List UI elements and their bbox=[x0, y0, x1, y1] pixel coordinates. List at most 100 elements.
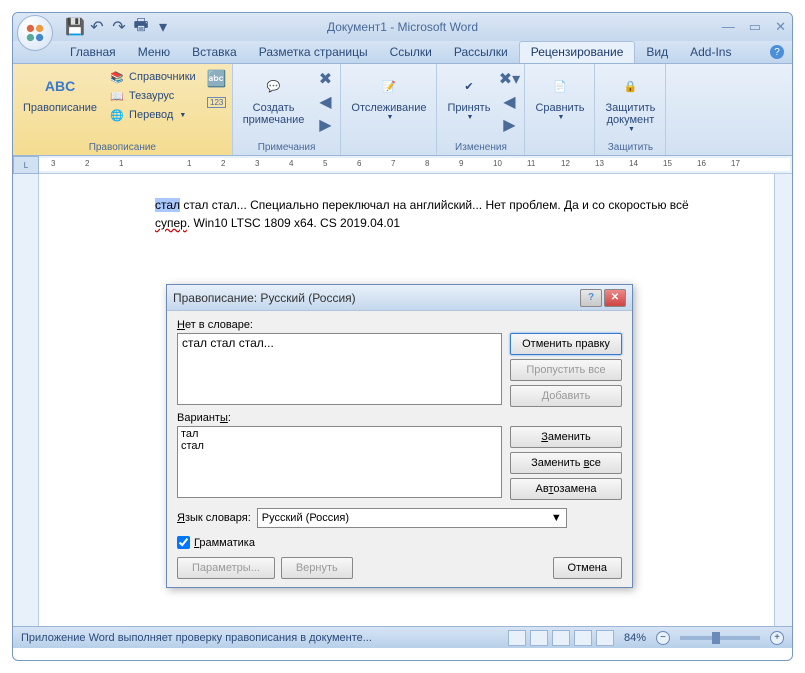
comment-icon: 💬 bbox=[258, 70, 290, 102]
view-print-layout-icon[interactable] bbox=[508, 630, 526, 646]
window-title: Документ1 - Microsoft Word bbox=[327, 20, 478, 34]
grammar-label: Грамматика bbox=[194, 537, 255, 549]
translate-button[interactable]: 🌐Перевод▼ bbox=[105, 106, 200, 124]
compare-icon: 📄 bbox=[544, 70, 576, 102]
tab-review[interactable]: Рецензирование bbox=[519, 41, 636, 63]
office-logo-icon bbox=[24, 22, 46, 44]
dict-lang-select[interactable]: Русский (Россия) ▼ bbox=[257, 508, 567, 528]
ruler-vertical[interactable] bbox=[13, 174, 39, 626]
tab-references[interactable]: Ссылки bbox=[379, 42, 443, 63]
language-icon[interactable]: 🔤 bbox=[206, 68, 228, 90]
group-changes: ✔ Принять▼ ✖▾ ◀ ▶ Изменения bbox=[437, 64, 525, 155]
group-proofing-label: Правописание bbox=[17, 140, 228, 155]
next-change-icon[interactable]: ▶ bbox=[498, 114, 520, 136]
zoom-out-button[interactable]: − bbox=[656, 631, 670, 645]
research-icon: 📚 bbox=[109, 69, 125, 85]
research-button[interactable]: 📚Справочники bbox=[105, 68, 200, 86]
close-button[interactable]: ✕ bbox=[775, 19, 786, 35]
spelling-button[interactable]: ABC Правописание bbox=[17, 68, 103, 116]
delete-comment-icon[interactable]: ✖ bbox=[314, 68, 336, 90]
titlebar: 💾 ↶ ↷ 🖶 ▾ Документ1 - Microsoft Word — ▭… bbox=[13, 13, 792, 41]
protect-button[interactable]: 🔒 Защитить документ▼ bbox=[599, 68, 661, 135]
spelling-icon: ABC bbox=[44, 70, 76, 102]
autocorrect-button[interactable]: Автозамена bbox=[510, 478, 622, 500]
accept-icon: ✔ bbox=[453, 70, 485, 102]
compare-button[interactable]: 📄 Сравнить▼ bbox=[529, 68, 590, 123]
spelling-dialog: Правописание: Русский (Россия) ? ✕ Нет в… bbox=[166, 284, 633, 588]
zoom-value[interactable]: 84% bbox=[624, 632, 646, 644]
prev-comment-icon[interactable]: ◀ bbox=[314, 91, 336, 113]
dialog-titlebar[interactable]: Правописание: Русский (Россия) ? ✕ bbox=[167, 285, 632, 311]
view-outline-icon[interactable] bbox=[574, 630, 592, 646]
group-proofing: ABC Правописание 📚Справочники 📖Тезаурус … bbox=[13, 64, 233, 155]
undo-edit-button[interactable]: Отменить правку bbox=[510, 333, 622, 355]
dialog-help-button[interactable]: ? bbox=[580, 289, 602, 307]
minimize-button[interactable]: — bbox=[722, 19, 735, 35]
suggestions-list[interactable]: тал стал bbox=[177, 426, 502, 498]
prev-change-icon[interactable]: ◀ bbox=[498, 91, 520, 113]
view-full-screen-icon[interactable] bbox=[530, 630, 548, 646]
reject-icon[interactable]: ✖▾ bbox=[498, 68, 520, 90]
spelling-error-word: супер bbox=[155, 216, 187, 230]
track-changes-button[interactable]: 📝 Отслеживание▼ bbox=[345, 68, 432, 123]
change-button[interactable]: Заменить bbox=[510, 426, 622, 448]
save-icon[interactable]: 💾 bbox=[65, 17, 85, 37]
ignore-all-button[interactable]: Пропустить все bbox=[510, 359, 622, 381]
quick-access-toolbar: 💾 ↶ ↷ 🖶 ▾ bbox=[65, 17, 173, 37]
status-text: Приложение Word выполняет проверку право… bbox=[21, 632, 372, 644]
translate-icon: 🌐 bbox=[109, 107, 125, 123]
tab-insert[interactable]: Вставка bbox=[181, 42, 248, 63]
not-in-dict-textarea[interactable]: стал стал стал... bbox=[177, 333, 502, 405]
word-count-icon[interactable]: 123 bbox=[206, 91, 228, 113]
group-protect: 🔒 Защитить документ▼ Защитить bbox=[595, 64, 666, 155]
document-text[interactable]: стал стал стал... Специально переключал … bbox=[155, 196, 724, 232]
zoom-in-button[interactable]: + bbox=[770, 631, 784, 645]
tab-addins[interactable]: Add-Ins bbox=[679, 42, 742, 63]
tab-home[interactable]: Главная bbox=[59, 42, 127, 63]
add-button[interactable]: Добавить bbox=[510, 385, 622, 407]
print-icon[interactable]: 🖶 bbox=[131, 17, 151, 37]
dict-lang-label: Язык словаря: bbox=[177, 512, 251, 524]
tab-mailings[interactable]: Рассылки bbox=[443, 42, 519, 63]
new-comment-button[interactable]: 💬 Создать примечание bbox=[237, 68, 311, 128]
next-comment-icon[interactable]: ▶ bbox=[314, 114, 336, 136]
statusbar: Приложение Word выполняет проверку право… bbox=[13, 626, 792, 648]
undo-button[interactable]: Вернуть bbox=[281, 557, 353, 579]
thesaurus-button[interactable]: 📖Тезаурус bbox=[105, 87, 200, 105]
track-icon: 📝 bbox=[373, 70, 405, 102]
suggestions-label: Варианты: bbox=[177, 412, 622, 424]
cancel-button[interactable]: Отмена bbox=[553, 557, 622, 579]
suggestion-item[interactable]: тал bbox=[181, 428, 498, 440]
dialog-title-text: Правописание: Русский (Россия) bbox=[173, 291, 356, 305]
group-changes-label: Изменения bbox=[441, 140, 520, 155]
group-protect-label: Защитить bbox=[599, 140, 661, 155]
scrollbar-vertical[interactable] bbox=[774, 174, 792, 626]
ruler-scale: 321 1234567891011121314151617 bbox=[39, 158, 790, 171]
group-comments-label: Примечания bbox=[237, 140, 337, 155]
group-compare: 📄 Сравнить▼ bbox=[525, 64, 595, 155]
view-web-layout-icon[interactable] bbox=[552, 630, 570, 646]
maximize-button[interactable]: ▭ bbox=[749, 19, 761, 35]
view-draft-icon[interactable] bbox=[596, 630, 614, 646]
ruler-corner[interactable]: L bbox=[13, 156, 39, 174]
not-in-dict-label: Нет в словаре: bbox=[177, 319, 622, 331]
ribbon: ABC Правописание 📚Справочники 📖Тезаурус … bbox=[13, 64, 792, 156]
spelling-label: Правописание bbox=[23, 102, 97, 114]
dialog-close-button[interactable]: ✕ bbox=[604, 289, 626, 307]
grammar-checkbox[interactable] bbox=[177, 536, 190, 549]
help-icon[interactable]: ? bbox=[770, 45, 784, 59]
suggestion-item[interactable]: стал bbox=[181, 440, 498, 452]
change-all-button[interactable]: Заменить все bbox=[510, 452, 622, 474]
accept-button[interactable]: ✔ Принять▼ bbox=[441, 68, 496, 123]
zoom-thumb[interactable] bbox=[712, 632, 720, 644]
zoom-slider[interactable] bbox=[680, 636, 760, 640]
tab-view[interactable]: Вид bbox=[635, 42, 679, 63]
qat-dropdown-icon[interactable]: ▾ bbox=[153, 17, 173, 37]
tab-menu[interactable]: Меню bbox=[127, 42, 181, 63]
redo-icon[interactable]: ↷ bbox=[109, 17, 129, 37]
ruler-horizontal[interactable]: L 321 1234567891011121314151617 bbox=[13, 156, 792, 174]
tab-layout[interactable]: Разметка страницы bbox=[248, 42, 379, 63]
office-button[interactable] bbox=[17, 15, 53, 51]
undo-icon[interactable]: ↶ bbox=[87, 17, 107, 37]
options-button[interactable]: Параметры... bbox=[177, 557, 275, 579]
